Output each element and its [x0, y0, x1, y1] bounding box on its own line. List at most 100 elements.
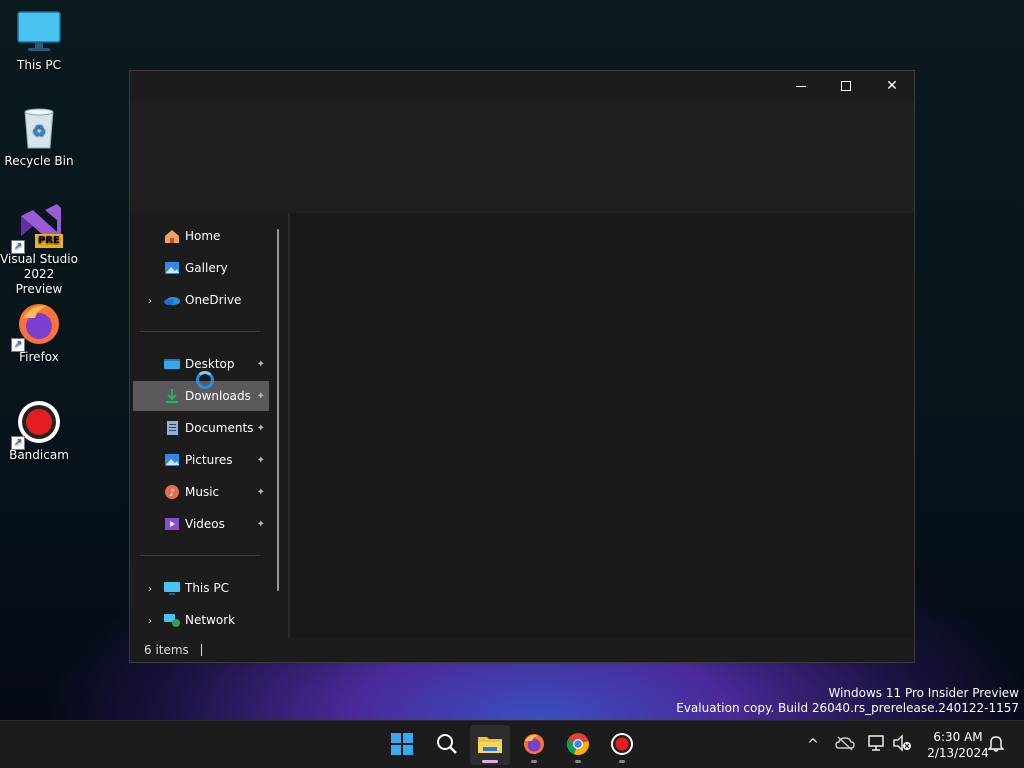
svg-text:♻: ♻ — [32, 121, 46, 140]
start-button[interactable] — [382, 725, 422, 765]
nav-item-gallery[interactable]: Gallery — [133, 253, 269, 283]
desktop-icon-firefox[interactable]: ↗ Firefox — [0, 300, 78, 365]
running-indicator — [619, 760, 625, 763]
chrome-taskbar-button[interactable] — [558, 725, 598, 765]
home-icon — [163, 228, 181, 244]
pin-icon[interactable]: ✦ — [257, 487, 265, 498]
item-count: 6 items — [144, 643, 189, 657]
running-indicator — [531, 760, 537, 763]
pin-icon[interactable]: ✦ — [257, 423, 265, 434]
pin-icon[interactable]: ✦ — [257, 359, 265, 370]
firefox-icon: ↗ — [11, 300, 63, 352]
chevron-right-icon[interactable]: › — [145, 582, 155, 595]
nav-item-this-pc[interactable]: › This PC — [133, 573, 269, 603]
close-icon: ✕ — [886, 78, 898, 94]
nav-item-label: This PC — [185, 581, 229, 595]
nav-item-label: Home — [185, 229, 221, 243]
pin-icon[interactable]: ✦ — [257, 455, 265, 466]
volume-tray-button[interactable] — [891, 733, 913, 757]
nav-item-documents[interactable]: Documents ✦ — [133, 413, 269, 443]
preview-badge: PRE — [35, 234, 63, 248]
network-tray-button[interactable] — [866, 733, 888, 757]
minimize-icon — [796, 85, 806, 87]
desktop-icon-visual-studio[interactable]: PRE ↗ Visual Studio 2022 Preview — [0, 202, 78, 297]
firefox-taskbar-button[interactable] — [514, 725, 554, 765]
running-indicator — [575, 760, 581, 763]
network-status-icon — [867, 734, 887, 756]
bandicam-icon: ↗ — [11, 398, 63, 450]
search-icon — [436, 733, 458, 758]
bell-icon — [987, 734, 1005, 756]
desktop-icon-this-pc[interactable]: This PC — [0, 8, 78, 73]
onedrive-icon — [163, 292, 181, 308]
volume-muted-icon — [892, 734, 912, 756]
onedrive-tray-button[interactable] — [834, 733, 856, 757]
shortcut-arrow-icon: ↗ — [11, 240, 25, 254]
shortcut-arrow-icon: ↗ — [11, 436, 25, 450]
watermark-line-2: Evaluation copy. Build 26040.rs_prerelea… — [676, 701, 1019, 715]
nav-item-label: Downloads — [185, 389, 251, 403]
chevron-right-icon[interactable]: › — [145, 294, 155, 307]
notifications-button[interactable] — [985, 733, 1007, 757]
network-icon — [163, 612, 181, 628]
file-explorer-window: ✕ Home Gallery › OneDrive Desktop ✦ Down… — [129, 70, 915, 663]
recycle-bin-icon: ♻ — [15, 104, 63, 152]
watermark-line-1: Windows 11 Pro Insider Preview — [828, 686, 1019, 700]
downloads-folder-icon — [163, 388, 181, 404]
nav-divider — [140, 331, 260, 332]
title-bar[interactable]: ✕ — [130, 71, 914, 101]
desktop-icon-bandicam[interactable]: ↗ Bandicam — [0, 398, 78, 463]
nav-item-videos[interactable]: Videos ✦ — [133, 509, 269, 539]
desktop-folder-icon — [163, 356, 181, 372]
pin-icon[interactable]: ✦ — [257, 519, 265, 530]
maximize-icon — [841, 81, 851, 91]
chevron-right-icon[interactable]: › — [145, 614, 155, 627]
nav-item-network[interactable]: › Network — [133, 605, 269, 635]
nav-scrollbar[interactable] — [277, 229, 279, 591]
monitor-icon — [15, 8, 63, 56]
show-hidden-icons-button[interactable]: ^ — [802, 733, 824, 757]
desktop-icon-label: Bandicam — [9, 448, 69, 462]
nav-item-pictures[interactable]: Pictures ✦ — [133, 445, 269, 475]
pictures-folder-icon — [163, 452, 181, 468]
nav-item-label: Gallery — [185, 261, 228, 275]
nav-item-onedrive[interactable]: › OneDrive — [133, 285, 269, 315]
nav-item-music[interactable]: ♪ Music ✦ — [133, 477, 269, 507]
chrome-icon — [566, 732, 590, 759]
shortcut-arrow-icon: ↗ — [11, 338, 25, 352]
nav-item-label: Music — [185, 485, 220, 499]
start-icon — [391, 732, 413, 758]
visual-studio-icon: PRE ↗ — [11, 202, 63, 254]
file-explorer-icon — [477, 733, 503, 758]
nav-item-home[interactable]: Home — [133, 221, 269, 251]
navigation-pane[interactable]: Home Gallery › OneDrive Desktop ✦ Downlo… — [130, 213, 288, 638]
pin-icon[interactable]: ✦ — [257, 391, 265, 402]
windows-watermark: Windows 11 Pro Insider Preview Evaluatio… — [676, 686, 1019, 716]
nav-item-label: Videos — [185, 517, 225, 531]
desktop-icon-label: Visual Studio — [0, 252, 78, 266]
maximize-button[interactable] — [823, 71, 869, 101]
file-list-area[interactable] — [290, 213, 914, 638]
this-pc-icon — [163, 580, 181, 596]
file-explorer-taskbar-button[interactable] — [470, 725, 510, 765]
desktop-icon-label-line2: 2022 Preview — [15, 267, 63, 296]
minimize-button[interactable] — [778, 71, 824, 101]
desktop-icon-recycle-bin[interactable]: ♻ Recycle Bin — [0, 104, 78, 169]
bandicam-taskbar-button[interactable] — [602, 725, 642, 765]
status-bar: 6 items — [130, 638, 914, 662]
videos-folder-icon — [163, 516, 181, 532]
taskbar: ^ 6:30 AM 2/13/2024 — [0, 720, 1024, 768]
close-button[interactable]: ✕ — [869, 71, 915, 101]
svg-text:♪: ♪ — [169, 488, 175, 499]
search-button[interactable] — [427, 725, 467, 765]
chevron-up-icon: ^ — [807, 737, 819, 753]
documents-folder-icon — [163, 420, 181, 436]
music-folder-icon: ♪ — [163, 484, 181, 500]
nav-item-label: Desktop — [185, 357, 235, 371]
status-separator — [200, 644, 202, 656]
nav-item-label: Documents — [185, 421, 254, 435]
bandicam-icon — [610, 732, 634, 759]
cloud-offline-icon — [835, 735, 855, 755]
gallery-icon — [163, 260, 181, 276]
firefox-icon — [522, 732, 546, 759]
